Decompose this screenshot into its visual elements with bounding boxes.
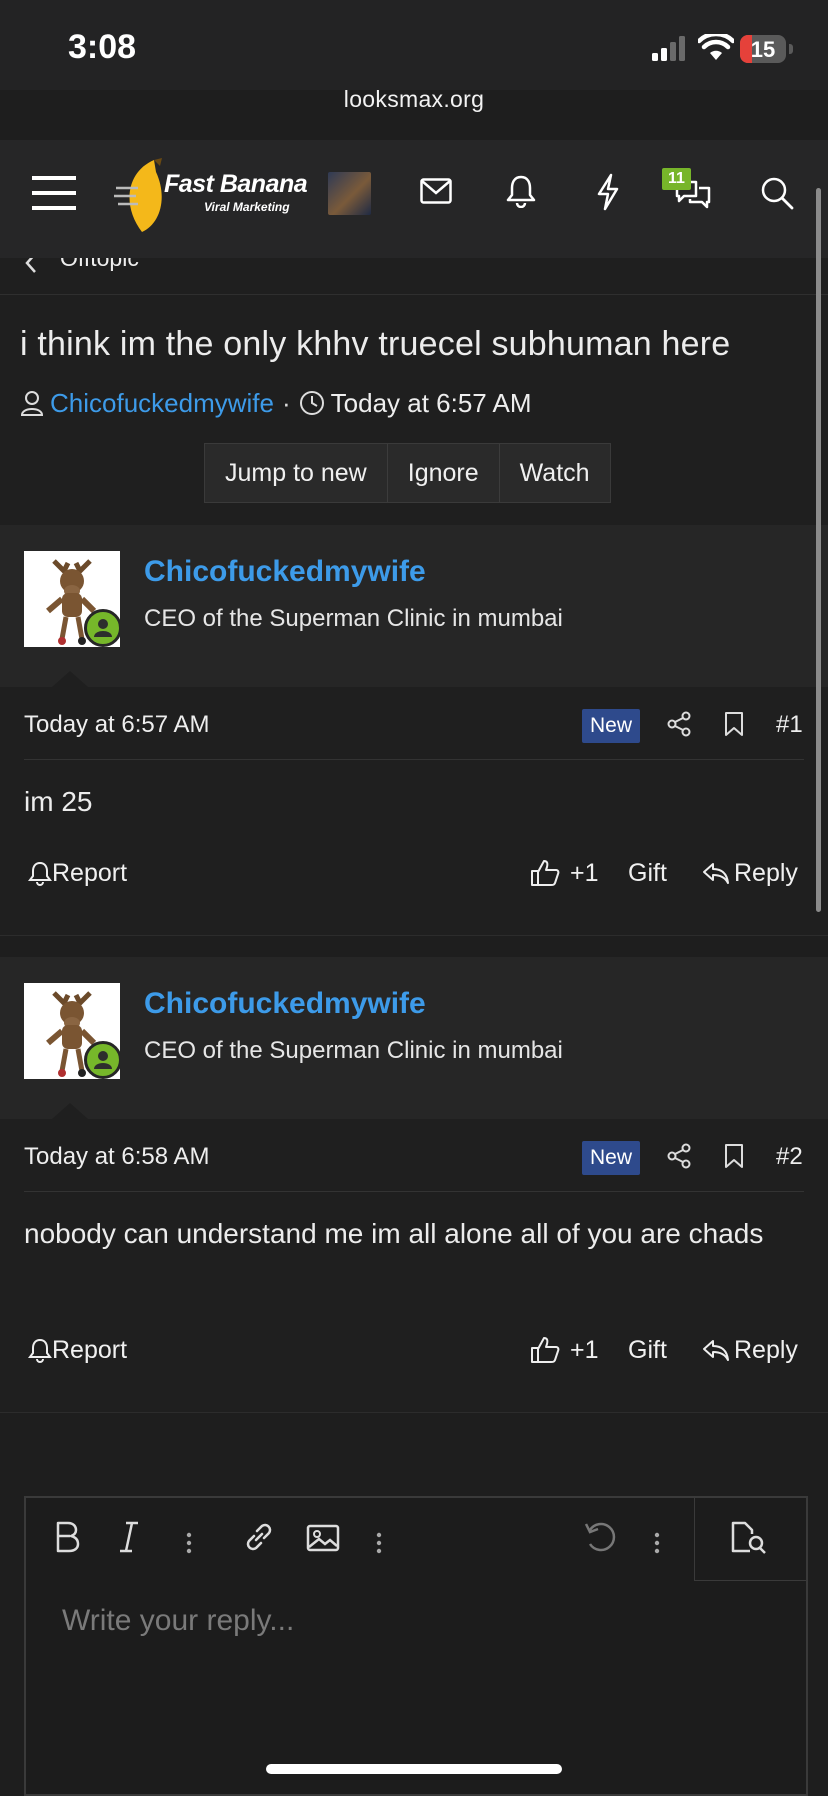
ignore-button[interactable]: Ignore xyxy=(386,444,499,502)
reply-icon xyxy=(703,863,729,884)
clock-icon xyxy=(299,391,324,415)
thumbs-up-icon xyxy=(531,860,560,886)
share-icon[interactable] xyxy=(666,1143,692,1169)
thread-meta: Chicofuckedmywife · Today at 6:57 AM xyxy=(20,387,532,419)
reply-icon xyxy=(703,1340,729,1361)
status-time: 3:08 xyxy=(68,28,137,66)
online-status-icon xyxy=(84,1041,122,1079)
post-user-title: CEO of the Superman Clinic in mumbai xyxy=(144,1037,563,1064)
search-icon[interactable] xyxy=(760,176,794,210)
link-icon[interactable] xyxy=(242,1520,276,1554)
bold-icon[interactable] xyxy=(54,1520,80,1554)
menu-icon[interactable] xyxy=(32,174,76,212)
lightning-icon[interactable] xyxy=(596,173,620,211)
thumbs-up-icon xyxy=(531,1337,560,1363)
post-message: nobody can understand me im all alone al… xyxy=(24,1218,764,1249)
post-username[interactable]: Chicofuckedmywife xyxy=(144,555,426,589)
user-icon xyxy=(20,391,44,416)
bookmark-icon[interactable] xyxy=(724,711,744,737)
mail-icon[interactable] xyxy=(420,178,452,204)
divider xyxy=(0,1412,828,1413)
toolbar-divider xyxy=(694,1498,695,1580)
post-user-title: CEO of the Superman Clinic in mumbai xyxy=(144,605,563,632)
reply-input[interactable]: Write your reply... xyxy=(62,1604,294,1638)
post-number[interactable]: #2 xyxy=(776,1143,803,1171)
thread-author-link[interactable]: Chicofuckedmywife xyxy=(50,388,274,419)
post-gap xyxy=(0,935,828,958)
reply-editor: Write your reply... xyxy=(24,1496,808,1796)
post-arrow xyxy=(52,671,88,687)
image-icon[interactable] xyxy=(306,1524,340,1552)
like-button[interactable]: +1 xyxy=(530,1330,599,1370)
logo-subtitle: Viral Marketing xyxy=(204,200,290,214)
watch-button[interactable]: Watch xyxy=(498,444,610,502)
bell-icon xyxy=(28,861,52,886)
new-badge: New xyxy=(582,1141,641,1175)
scrollbar[interactable] xyxy=(816,188,821,912)
reply-button[interactable]: Reply xyxy=(702,1330,798,1370)
report-label: Report xyxy=(52,1335,128,1364)
post-user-info: Chicofuckedmywife CEO of the Superman Cl… xyxy=(0,525,828,687)
bookmark-icon[interactable] xyxy=(724,1143,744,1169)
url-bar[interactable]: looksmax.org xyxy=(0,86,828,113)
post-date[interactable]: Today at 6:57 AM xyxy=(24,711,209,739)
like-button[interactable]: +1 xyxy=(530,853,599,893)
editor-toolbar xyxy=(26,1498,806,1580)
like-count: +1 xyxy=(570,858,599,887)
thread-title: i think im the only khhv truecel subhuma… xyxy=(20,325,731,363)
site-logo[interactable]: Fast Banana Viral Marketing xyxy=(112,158,310,236)
battery-icon: 15 xyxy=(740,35,786,63)
divider xyxy=(24,1191,804,1192)
toolbar-divider xyxy=(694,1580,806,1581)
battery-level: 15 xyxy=(750,37,776,62)
wifi-icon xyxy=(698,34,734,60)
preview-icon[interactable] xyxy=(730,1520,768,1554)
conversations-badge: 11 xyxy=(662,168,691,190)
battery-tip xyxy=(789,44,793,54)
post-message: im 25 xyxy=(24,786,93,817)
post-number[interactable]: #1 xyxy=(776,711,803,739)
cellular-signal-icon xyxy=(652,36,685,61)
more-options-icon[interactable] xyxy=(654,1532,660,1554)
online-status-icon xyxy=(84,609,122,647)
status-bar: 3:08 15 xyxy=(0,0,828,90)
divider xyxy=(24,759,804,760)
share-icon[interactable] xyxy=(666,711,692,737)
post-date[interactable]: Today at 6:58 AM xyxy=(24,1143,209,1171)
undo-icon[interactable] xyxy=(584,1520,618,1554)
reply-button[interactable]: Reply xyxy=(702,853,798,893)
post-actions: Report +1 Gift Reply xyxy=(0,1330,828,1370)
more-options-icon[interactable] xyxy=(186,1532,192,1554)
post-body: Today at 6:58 AM New #2 nobody can under… xyxy=(0,1119,828,1412)
header-content: Fast Banana Viral Marketing 11 xyxy=(0,140,828,258)
post-user-info: Chicofuckedmywife CEO of the Superman Cl… xyxy=(0,957,828,1119)
report-button[interactable]: Report xyxy=(28,853,127,893)
like-count: +1 xyxy=(570,1335,599,1364)
post-username[interactable]: Chicofuckedmywife xyxy=(144,987,426,1021)
post: Chicofuckedmywife CEO of the Superman Cl… xyxy=(0,957,828,1412)
gift-button[interactable]: Gift xyxy=(628,1330,667,1370)
reply-label: Reply xyxy=(734,1335,798,1364)
post-body: Today at 6:57 AM New #1 im 25 Report +1 … xyxy=(0,687,828,935)
home-indicator[interactable] xyxy=(266,1764,562,1774)
more-options-icon[interactable] xyxy=(376,1532,382,1554)
bell-icon xyxy=(28,1338,52,1363)
post-arrow xyxy=(52,1103,88,1119)
post-actions: Report +1 Gift Reply xyxy=(0,853,828,893)
thread-actions: Jump to new Ignore Watch xyxy=(204,443,611,503)
post: Chicofuckedmywife CEO of the Superman Cl… xyxy=(0,525,828,935)
meta-separator: · xyxy=(281,387,291,418)
bell-icon[interactable] xyxy=(506,174,536,208)
gift-button[interactable]: Gift xyxy=(628,853,667,893)
report-button[interactable]: Report xyxy=(28,1330,127,1370)
jump-to-new-button[interactable]: Jump to new xyxy=(205,444,387,502)
new-badge: New xyxy=(582,709,641,743)
italic-icon[interactable] xyxy=(118,1520,140,1554)
thread-date[interactable]: Today at 6:57 AM xyxy=(331,388,532,419)
thread-header: i think im the only khhv truecel subhuma… xyxy=(0,295,828,525)
user-avatar[interactable] xyxy=(328,172,371,215)
report-label: Report xyxy=(52,858,128,887)
reply-label: Reply xyxy=(734,858,798,887)
logo-title: Fast Banana xyxy=(164,170,308,198)
